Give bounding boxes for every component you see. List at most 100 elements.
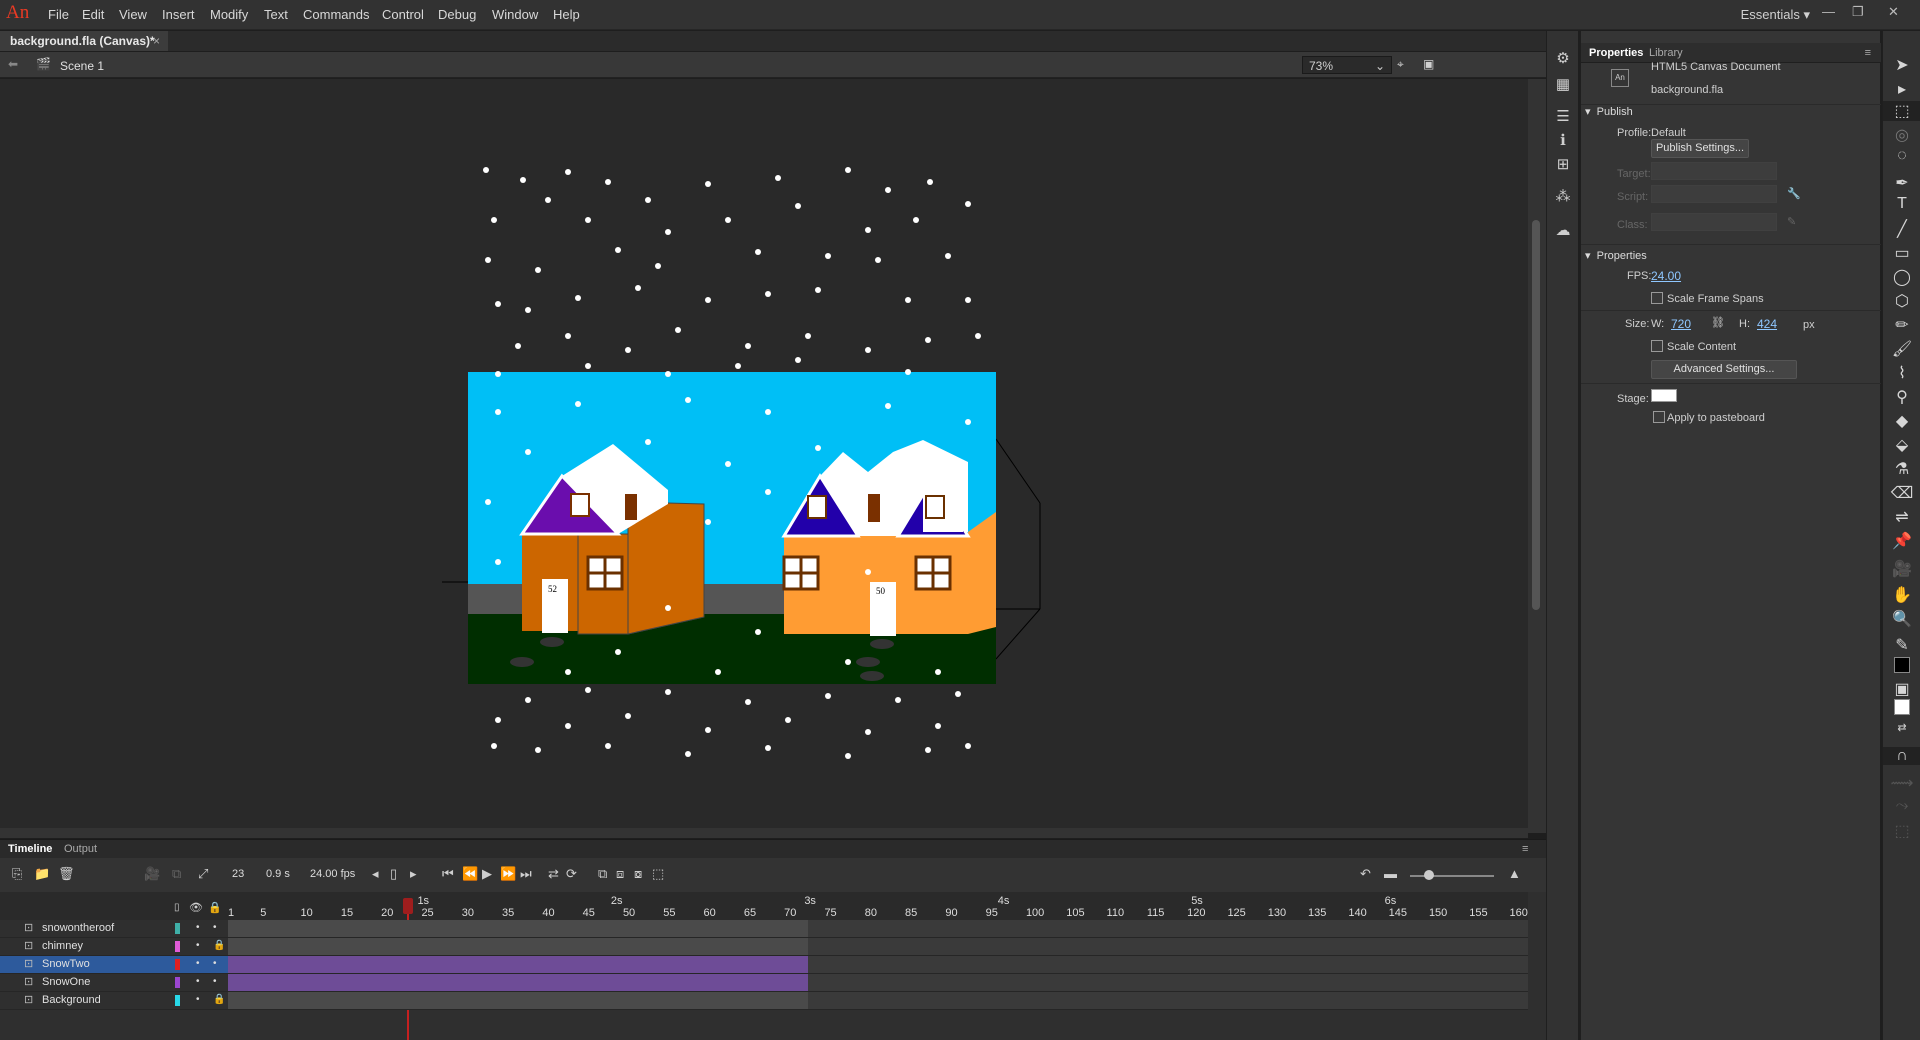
line-tool-icon[interactable]: ╱ <box>1883 219 1920 239</box>
brush-tool-icon[interactable]: ⌇ <box>1883 363 1920 383</box>
library-icon[interactable]: ▦ <box>1547 75 1579 93</box>
center-stage-icon[interactable]: ⌖ <box>1397 57 1404 72</box>
advanced-settings-button[interactable]: Advanced Settings... <box>1651 360 1797 379</box>
zoom-select[interactable]: 73% ⌄ <box>1302 56 1392 74</box>
close-tab-icon[interactable]: × <box>153 34 160 48</box>
panel-menu-icon[interactable]: ≡ <box>1865 47 1871 59</box>
stroke-color-swatch[interactable] <box>1894 657 1910 673</box>
lock-icon[interactable]: 🔒 <box>213 940 225 951</box>
playhead[interactable] <box>403 898 413 914</box>
rectangle-tool-icon[interactable]: ▭ <box>1883 243 1920 263</box>
components-icon[interactable]: ⁂ <box>1547 187 1579 205</box>
visibility-dot[interactable]: • <box>196 922 200 933</box>
frame-span[interactable] <box>228 956 809 973</box>
cc-libraries-icon[interactable]: ☁ <box>1547 221 1579 239</box>
layer-color-swatch[interactable] <box>175 923 180 934</box>
close-icon[interactable]: ✕ <box>1888 4 1899 20</box>
width-value[interactable]: 720 <box>1671 317 1691 331</box>
frame-zoom-thumb[interactable] <box>1424 870 1434 880</box>
zoom-tool-icon[interactable]: 🔍 <box>1883 609 1920 629</box>
transform-icon[interactable]: ⊞ <box>1547 155 1579 173</box>
layer-row[interactable]: ⊡ Background • 🔒 <box>0 992 228 1010</box>
layer-row[interactable]: ⊡ snowontheroof • • <box>0 920 228 938</box>
layer-name[interactable]: snowontheroof <box>42 922 114 934</box>
camera-tool-icon[interactable]: 🎥 <box>1883 559 1920 579</box>
center-frame-icon[interactable]: ⟳ <box>566 866 577 882</box>
snap-magnet-icon[interactable]: ∩ <box>1883 747 1920 765</box>
frame-ruler[interactable]: 1 5 10 15 20 25 30 35 40 45 50 55 60 65 70 75 80 85 90 95 10… <box>228 892 1528 920</box>
workspace-switcher[interactable]: Essentials ▾ <box>1741 7 1810 23</box>
ink-bottle-tool-icon[interactable]: ⬙ <box>1883 435 1920 455</box>
pin-tool-icon[interactable]: 📌 <box>1883 531 1920 551</box>
oval-tool-icon[interactable]: ◯ <box>1883 267 1920 287</box>
play-icon[interactable]: ▶ <box>482 866 492 882</box>
layer-row[interactable]: ⊡ chimney • 🔒 <box>0 938 228 956</box>
fill-color-swatch[interactable] <box>1894 699 1910 715</box>
frame-span[interactable] <box>228 920 809 937</box>
tab-properties[interactable]: Properties <box>1589 47 1643 59</box>
go-to-first-icon[interactable]: ⏮ <box>442 866 454 882</box>
properties-section-header[interactable]: ▾ Properties <box>1585 249 1647 262</box>
frame-row[interactable] <box>228 956 1528 974</box>
new-layer-icon[interactable]: ⎘ <box>12 866 22 882</box>
layer-name[interactable]: Background <box>42 994 101 1006</box>
frame-row[interactable] <box>228 938 1528 956</box>
current-time[interactable]: 0.9 s <box>266 868 290 880</box>
restore-icon[interactable]: ❐ <box>1852 4 1864 20</box>
pen-tool-icon[interactable]: ✒ <box>1883 173 1920 193</box>
timeline-menu-icon[interactable]: ≡ <box>1522 843 1528 855</box>
menu-window[interactable]: Window <box>492 7 538 22</box>
document-tab[interactable]: background.fla (Canvas)* × <box>0 31 168 51</box>
frame-rate[interactable]: 24.00 fps <box>310 868 355 880</box>
eraser-tool-icon[interactable]: ⌫ <box>1883 483 1920 503</box>
motion-presets-icon[interactable]: ⚙ <box>1547 49 1579 67</box>
fill-color-icon[interactable]: ▣ <box>1883 679 1920 699</box>
menu-view[interactable]: View <box>119 7 147 22</box>
minimize-icon[interactable]: — <box>1822 4 1835 19</box>
publish-settings-button[interactable]: Publish Settings... <box>1651 139 1749 158</box>
new-folder-icon[interactable]: 📁 <box>34 866 50 882</box>
layer-color-swatch[interactable] <box>175 959 180 970</box>
eyedropper-tool-icon[interactable]: ⚗ <box>1883 459 1920 479</box>
frame-zoom-slider[interactable] <box>1410 875 1494 877</box>
lock-dot[interactable]: • <box>213 976 217 987</box>
layer-name[interactable]: SnowTwo <box>42 958 90 970</box>
height-value[interactable]: 424 <box>1757 317 1777 331</box>
layer-color-swatch[interactable] <box>175 995 180 1006</box>
graph-icon[interactable]: ⤢ <box>198 866 208 882</box>
outline-icon[interactable]: ▯ <box>174 902 180 913</box>
menu-file[interactable]: File <box>48 7 69 22</box>
paint-brush-tool-icon[interactable]: 🖌 <box>1883 339 1920 359</box>
go-to-last-icon[interactable]: ⏭ <box>520 866 532 882</box>
tab-timeline[interactable]: Timeline <box>8 843 52 855</box>
lock-icon[interactable]: 🔒 <box>213 994 225 1005</box>
layer-depth-icon[interactable]: ⧉ <box>172 866 181 882</box>
menu-debug[interactable]: Debug <box>438 7 476 22</box>
stroke-color-icon[interactable]: ✎ <box>1883 635 1920 655</box>
frame-span[interactable] <box>228 938 809 955</box>
loop-icon[interactable]: ⇄ <box>548 866 559 882</box>
menu-help[interactable]: Help <box>553 7 580 22</box>
menu-modify[interactable]: Modify <box>210 7 248 22</box>
align-icon[interactable]: ☰ <box>1547 107 1579 125</box>
onion-skin-icon[interactable]: ⧉ <box>598 866 607 882</box>
apply-pasteboard-checkbox[interactable] <box>1653 411 1665 423</box>
gradient-tool-icon[interactable]: ◎ <box>1883 125 1920 145</box>
visibility-dot[interactable]: • <box>196 994 200 1005</box>
subselection-tool-icon[interactable]: ▸ <box>1883 79 1920 99</box>
bone-tool-icon[interactable]: ⚲ <box>1883 387 1920 407</box>
menu-commands[interactable]: Commands <box>303 7 369 22</box>
scale-content-checkbox[interactable] <box>1651 340 1663 352</box>
vertical-scroll-thumb[interactable] <box>1532 220 1540 610</box>
info-icon[interactable]: ℹ <box>1547 131 1579 149</box>
text-tool-icon[interactable]: T <box>1883 195 1920 213</box>
frame-row[interactable] <box>228 992 1528 1010</box>
menu-edit[interactable]: Edit <box>82 7 104 22</box>
tab-library[interactable]: Library <box>1649 47 1683 59</box>
layer-name[interactable]: chimney <box>42 940 83 952</box>
horizontal-scrollbar[interactable] <box>0 828 1528 838</box>
stage-color-swatch[interactable] <box>1651 389 1677 402</box>
step-back-icon[interactable]: ⏪ <box>462 866 478 882</box>
frame-span[interactable] <box>228 992 809 1009</box>
layer-color-swatch[interactable] <box>175 941 180 952</box>
